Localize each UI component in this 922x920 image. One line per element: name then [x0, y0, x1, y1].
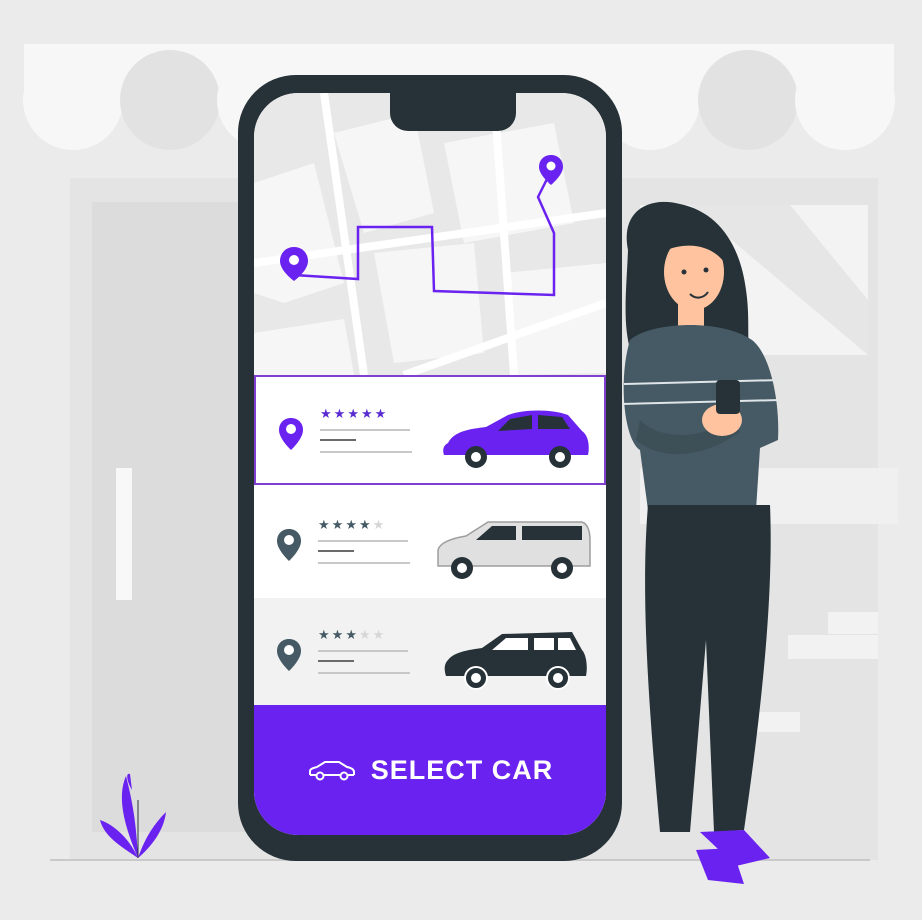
text-placeholder-line	[318, 660, 354, 662]
rating-stars: ★★★★★	[318, 518, 386, 532]
phone-notch	[390, 93, 516, 131]
star-icon: ★	[358, 627, 373, 642]
star-icon: ★	[333, 406, 348, 421]
phone-screen: ★★★★★ ★★★★★ ★★★★★ SELECT CAR	[254, 93, 606, 835]
suv-car-icon	[443, 410, 589, 468]
star-icon: ★	[345, 627, 359, 642]
car-outline-icon	[308, 761, 355, 781]
text-placeholder-line	[318, 562, 410, 564]
text-placeholder-line	[320, 451, 412, 453]
route-map[interactable]	[254, 93, 606, 375]
car-options-list: ★★★★★ ★★★★★ ★★★★★	[254, 375, 606, 705]
text-placeholder-line	[320, 429, 410, 431]
star-icon: ★	[318, 627, 332, 642]
star-icon: ★	[360, 406, 375, 421]
text-placeholder-line	[318, 550, 354, 552]
star-icon: ★	[374, 406, 389, 421]
jeep-car-icon	[444, 632, 587, 690]
text-placeholder-line	[318, 672, 410, 674]
star-icon: ★	[372, 517, 387, 532]
location-pin-icon	[277, 639, 301, 671]
rating-stars: ★★★★★	[318, 628, 386, 642]
rating-stars: ★★★★★	[320, 407, 388, 421]
star-icon: ★	[318, 517, 332, 532]
text-placeholder-line	[318, 650, 408, 652]
select-car-button[interactable]: SELECT CAR	[254, 705, 606, 835]
text-placeholder-line	[318, 540, 408, 542]
scene: ★★★★★ ★★★★★ ★★★★★ SELECT CAR	[0, 0, 922, 920]
star-icon: ★	[347, 406, 361, 421]
star-icon: ★	[320, 406, 334, 421]
location-pin-icon	[277, 529, 301, 561]
phone-frame: ★★★★★ ★★★★★ ★★★★★ SELECT CAR	[238, 75, 622, 861]
star-icon: ★	[331, 517, 346, 532]
text-placeholder-line	[320, 439, 356, 441]
car-option-van[interactable]: ★★★★★	[254, 488, 606, 598]
van-car-icon	[437, 521, 591, 579]
select-car-label: SELECT CAR	[370, 754, 554, 785]
star-icon: ★	[358, 517, 373, 532]
star-icon: ★	[372, 627, 387, 642]
location-pin-icon	[279, 418, 303, 450]
star-icon: ★	[331, 627, 346, 642]
star-icon: ★	[345, 517, 359, 532]
car-option-jeep[interactable]: ★★★★★	[254, 598, 606, 705]
car-option-suv[interactable]: ★★★★★	[254, 375, 606, 485]
